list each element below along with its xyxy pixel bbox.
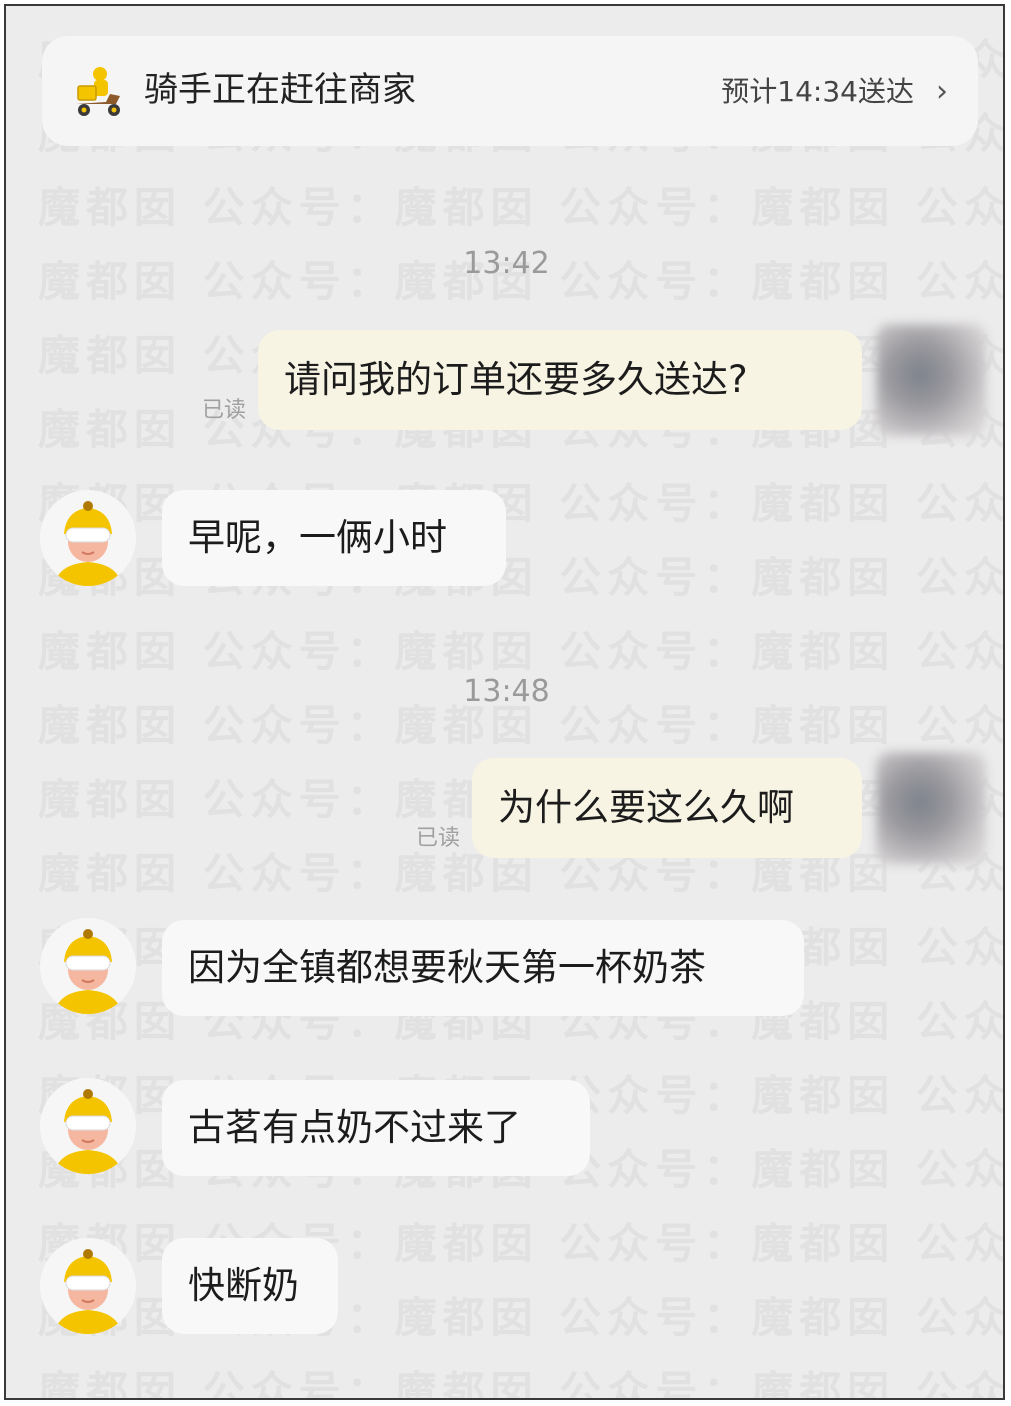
rider-avatar-icon [54, 1089, 122, 1174]
watermark-row: 公众号：魔都囡 公众号：魔都囡 公众号：魔都囡 公众号：魔都囡 公众号：魔都囡 … [4, 627, 1003, 676]
read-receipt: 已读 [202, 398, 247, 423]
message-text: 请问我的订单还要多久送达? [284, 358, 748, 401]
read-receipt: 已读 [416, 826, 461, 851]
watermark-row: 公众号：魔都囡 公众号：魔都囡 公众号：魔都囡 公众号：魔都囡 公众号：魔都囡 … [6, 1293, 1003, 1342]
chat-screen: 公众号：魔都囡 公众号：魔都囡 公众号：魔都囡 公众号：魔都囡 公众号：魔都囡 … [4, 4, 1005, 1400]
rider-avatar-icon [54, 929, 122, 1014]
message-text: 早呢，一俩小时 [188, 516, 447, 559]
delivery-status-banner[interactable]: 骑手正在赶往商家 预计14:34送达 › [42, 36, 978, 146]
timestamp: 13:48 [463, 674, 550, 709]
rider-avatar[interactable] [40, 1078, 136, 1174]
delivery-status-text: 骑手正在赶往商家 [144, 70, 416, 110]
watermark-row: 公众号：魔都囡 公众号：魔都囡 公众号：魔都囡 公众号：魔都囡 公众号：魔都囡 … [6, 1219, 1003, 1268]
rider-avatar-icon [54, 501, 122, 586]
user-avatar[interactable] [876, 752, 986, 864]
message-text: 快断奶 [188, 1264, 299, 1307]
rider-avatar[interactable] [40, 490, 136, 586]
received-message-bubble[interactable]: 快断奶 [162, 1238, 338, 1334]
user-avatar[interactable] [876, 324, 986, 436]
timestamp: 13:42 [463, 246, 550, 281]
chevron-right-icon[interactable]: › [936, 74, 948, 110]
received-message-bubble[interactable]: 因为全镇都想要秋天第一杯奶茶 [162, 920, 804, 1016]
delivery-scooter-icon [76, 67, 120, 116]
received-message-bubble[interactable]: 早呢，一俩小时 [162, 490, 506, 586]
rider-avatar[interactable] [40, 1238, 136, 1334]
message-text: 古茗有点奶不过来了 [188, 1106, 521, 1149]
rider-avatar[interactable] [40, 918, 136, 1014]
message-text: 为什么要这么久啊 [498, 786, 794, 829]
watermark-row: 公众号：魔都囡 公众号：魔都囡 公众号：魔都囡 公众号：魔都囡 公众号：魔都囡 … [4, 183, 1003, 232]
sent-message-bubble[interactable]: 为什么要这么久啊 [472, 758, 862, 858]
sent-message-bubble[interactable]: 请问我的订单还要多久送达? [258, 330, 862, 430]
received-message-bubble[interactable]: 古茗有点奶不过来了 [162, 1080, 590, 1176]
rider-avatar-icon [54, 1249, 122, 1334]
eta-text: 预计14:34送达 [721, 75, 914, 108]
message-text: 因为全镇都想要秋天第一杯奶茶 [188, 946, 706, 989]
watermark-row: 公众号：魔都囡 公众号：魔都囡 公众号：魔都囡 公众号：魔都囡 公众号：魔都囡 … [4, 1367, 1003, 1400]
